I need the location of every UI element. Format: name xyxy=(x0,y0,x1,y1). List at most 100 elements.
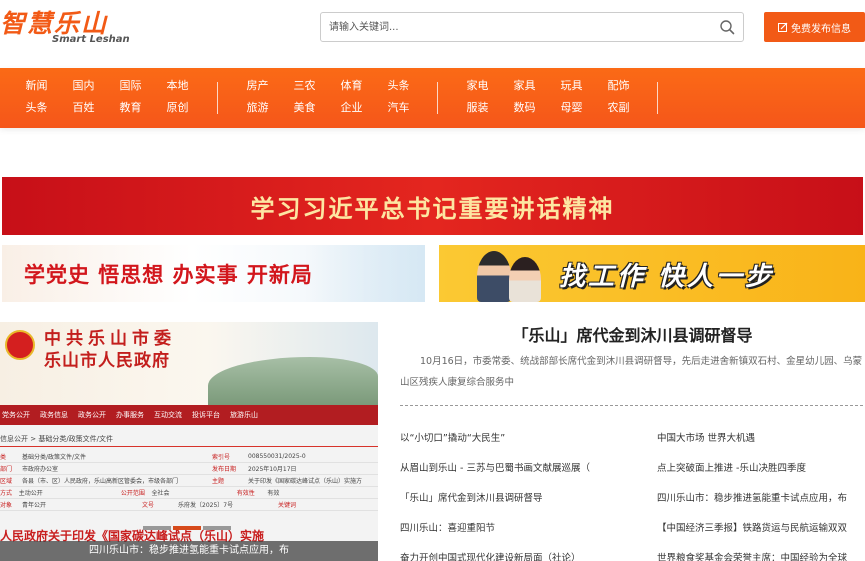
news-link[interactable]: 「乐山」席代金到沐川县调研督导 xyxy=(400,490,650,520)
nav-item[interactable]: 三农 xyxy=(281,78,328,94)
party-banner-text: 学党史 悟思想 办实事 开新局 xyxy=(24,262,313,287)
job-banner[interactable]: 找工作 快人一步 xyxy=(439,245,865,302)
gov-nav-item: 旅游乐山 xyxy=(230,411,258,419)
logo-english: Smart Leshan xyxy=(52,34,130,45)
nav-item[interactable]: 美食 xyxy=(281,100,328,116)
nav-divider xyxy=(437,82,438,114)
search-icon[interactable] xyxy=(719,19,735,35)
news-link[interactable]: 从眉山到乐山 - 三苏与巴蜀书画文献展巡展（ xyxy=(400,460,650,490)
gov-site-header: 中共乐山市委 乐山市人民政府 xyxy=(0,322,378,405)
gov-nav-item: 党务公开 xyxy=(2,411,30,419)
nav-item[interactable]: 农副 xyxy=(595,100,642,116)
nav-item[interactable]: 百姓 xyxy=(60,100,107,116)
nav-item[interactable]: 教育 xyxy=(107,100,154,116)
nav-item[interactable]: 汽车 xyxy=(375,100,422,116)
table-row: 类 基础分类/政策文件/文件 索引号 008550031/2025-0 xyxy=(0,451,378,463)
news-link[interactable]: 以“小切口”撬动“大民生” xyxy=(400,430,650,460)
main-nav: 新闻 国内 国际 本地 头条 百姓 教育 原创 房产 三农 体育 头条 旅游 美… xyxy=(0,68,865,128)
gov-info-table: 类 基础分类/政策文件/文件 索引号 008550031/2025-0 部门 市… xyxy=(0,451,378,511)
slideshow-indicators xyxy=(143,526,231,530)
news-link[interactable]: 四川乐山市：稳步推进氢能重卡试点应用，布 xyxy=(657,490,865,520)
row-value: 市政府办公室 xyxy=(22,466,59,473)
row-value: 有效 xyxy=(267,490,280,497)
row-key: 主题 xyxy=(212,478,225,485)
gov-title-2: 乐山市人民政府 xyxy=(44,351,170,371)
nav-item[interactable]: 数码 xyxy=(501,100,548,116)
nav-item[interactable]: 配饰 xyxy=(595,78,642,94)
party-emblem-icon xyxy=(5,330,35,360)
study-banner[interactable]: 学习习近平总书记重要讲话精神 xyxy=(2,177,863,235)
news-list-left: 以“小切口”撬动“大民生” 从眉山到乐山 - 三苏与巴蜀书画文献展巡展（ 「乐山… xyxy=(400,430,650,561)
news-link[interactable]: 【中国经济三季报】铁路货运与民航运输双双 xyxy=(657,520,865,550)
row-value: 基础分类/政策文件/文件 xyxy=(22,454,87,461)
news-link[interactable]: 中国大市场 世界大机遇 xyxy=(657,430,865,460)
site-logo[interactable]: 智慧乐山 Smart Leshan xyxy=(0,4,130,45)
gov-nav-item: 政务信息 xyxy=(40,411,68,419)
row-value: 008550031/2025-0 xyxy=(248,453,306,460)
edit-icon xyxy=(778,22,788,32)
nav-item[interactable]: 母婴 xyxy=(548,100,595,116)
job-banner-text: 找工作 快人一步 xyxy=(559,262,775,292)
slide-dot[interactable] xyxy=(143,526,171,530)
nav-item[interactable]: 新闻 xyxy=(13,78,60,94)
nav-item[interactable]: 体育 xyxy=(328,78,375,94)
row-key: 公开范围 xyxy=(120,490,145,497)
news-link[interactable]: 奋力开创中国式现代化建设新局面（社论） xyxy=(400,550,650,561)
nav-item[interactable]: 房产 xyxy=(234,78,281,94)
study-banner-text: 学习习近平总书记重要讲话精神 xyxy=(250,193,615,223)
news-link[interactable]: 世界粮食奖基金会荣誉主席：中国经验为全球 xyxy=(657,550,865,561)
divider xyxy=(0,446,378,447)
row-value: 全社会 xyxy=(151,490,170,497)
nav-item[interactable]: 旅游 xyxy=(234,100,281,116)
search-box xyxy=(320,12,744,42)
party-history-banner[interactable]: 学党史 悟思想 办实事 开新局 xyxy=(2,245,425,302)
row-value: 青年公开 xyxy=(22,502,47,509)
gov-breadcrumb: 信息公开 > 基础分类/政策文件/文件 xyxy=(0,435,114,443)
publish-label: 免费发布信息 xyxy=(791,23,851,35)
headline-title[interactable]: 「乐山」席代金到沐川县调研督导 xyxy=(400,322,865,346)
news-list-right: 中国大市场 世界大机遇 点上突破面上推进 -乐山决胜四季度 四川乐山市：稳步推进… xyxy=(657,430,865,561)
slideshow-caption[interactable]: 四川乐山市：稳步推进氢能重卡试点应用，布 xyxy=(0,541,378,561)
table-row: 区域 各县（市、区）人民政府，乐山高新区管委会，市级各部门 主题 关于印发《国家… xyxy=(0,475,378,487)
gov-nav-item: 互动交流 xyxy=(154,411,182,419)
nav-item[interactable]: 本地 xyxy=(154,78,201,94)
nav-item[interactable]: 头条 xyxy=(13,100,60,116)
nav-item[interactable]: 原创 xyxy=(154,100,201,116)
nav-item[interactable]: 服装 xyxy=(454,100,501,116)
row-value: 2025年10月17日 xyxy=(248,466,297,473)
slide-dot[interactable] xyxy=(203,526,231,530)
banner-decoration xyxy=(305,245,425,302)
row-value: 乐府发〔2025〕7号 xyxy=(178,502,234,509)
nav-divider xyxy=(657,82,658,114)
nav-group-life: 房产 三农 体育 头条 旅游 美食 企业 汽车 xyxy=(234,78,422,116)
row-key: 有效性 xyxy=(236,490,255,497)
gov-site-nav: 党务公开 政务信息 政务公开 办事服务 互动交流 投诉平台 旅游乐山 xyxy=(0,405,378,425)
site-header: 智慧乐山 Smart Leshan 免费发布信息 xyxy=(0,0,865,68)
table-row: 对象 青年公开 文号 乐府发〔2025〕7号 关键词 xyxy=(0,499,378,511)
row-key: 对象 xyxy=(0,502,13,509)
headline-summary: 10月16日，市委常委、统战部部长席代金到沐川县调研督导，先后走进舍新镇双石村、… xyxy=(400,356,863,388)
row-value: 主动公开 xyxy=(18,490,43,497)
nav-item[interactable]: 国际 xyxy=(107,78,154,94)
news-link[interactable]: 四川乐山：喜迎重阳节 xyxy=(400,520,650,550)
gov-nav-item: 投诉平台 xyxy=(192,411,220,419)
nav-item[interactable]: 头条 xyxy=(375,78,422,94)
nav-item[interactable]: 国内 xyxy=(60,78,107,94)
nav-item[interactable]: 家电 xyxy=(454,78,501,94)
row-key: 方式 xyxy=(0,490,13,497)
nav-item[interactable]: 家具 xyxy=(501,78,548,94)
dashed-divider xyxy=(400,405,863,406)
nav-item[interactable]: 玩具 xyxy=(548,78,595,94)
slide-dot-active[interactable] xyxy=(173,526,201,530)
row-key: 索引号 xyxy=(212,454,231,461)
gov-nav-item: 政务公开 xyxy=(78,411,106,419)
row-value: 关于印发《国家碳达峰试点（乐山）实施方 xyxy=(248,478,363,485)
news-link[interactable]: 点上突破面上推进 -乐山决胜四季度 xyxy=(657,460,865,490)
nav-group-news: 新闻 国内 国际 本地 头条 百姓 教育 原创 xyxy=(13,78,201,116)
woman-figure xyxy=(509,257,541,302)
publish-button[interactable]: 免费发布信息 xyxy=(764,12,865,42)
nav-item[interactable]: 企业 xyxy=(328,100,375,116)
search-input[interactable] xyxy=(321,13,701,41)
table-row: 部门 市政府办公室 发布日期 2025年10月17日 xyxy=(0,463,378,475)
row-key: 发布日期 xyxy=(212,466,237,473)
